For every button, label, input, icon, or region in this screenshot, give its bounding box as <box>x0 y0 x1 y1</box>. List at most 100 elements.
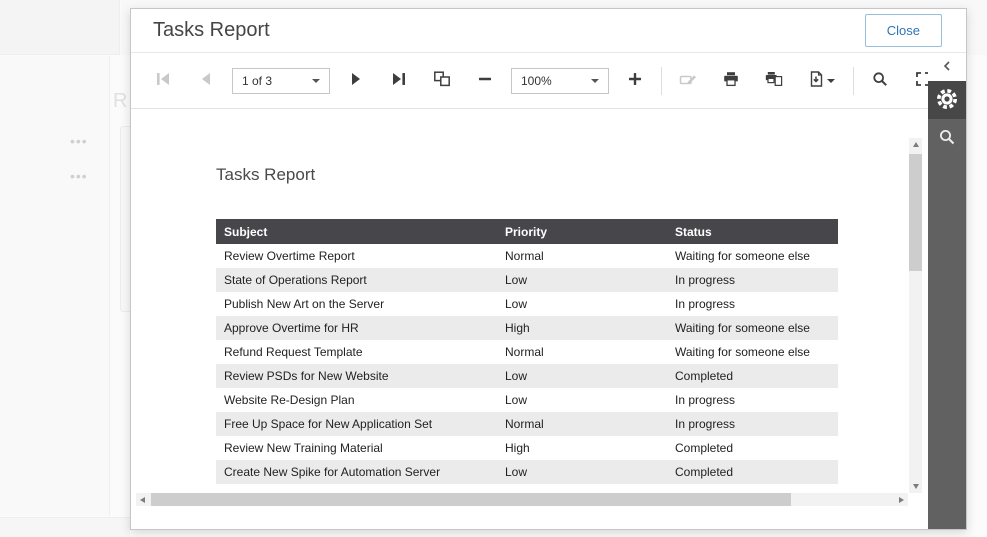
screen: R ••• ••• Tasks Report Close 1 of 3 100%… <box>0 0 987 537</box>
page-selector-dropdown[interactable]: 1 of 3 <box>232 67 330 94</box>
table-row: State of Operations Report Low In progress <box>216 268 838 292</box>
toolbar-separator <box>853 66 854 95</box>
table-header-row: Subject Priority Status <box>216 219 838 244</box>
first-page-button[interactable] <box>146 66 180 96</box>
table-row: Approve Overtime for HR High Waiting for s… <box>216 316 838 340</box>
first-page-icon <box>154 71 172 90</box>
toolbar-separator <box>661 66 662 95</box>
cell-status: Completed <box>675 441 734 455</box>
chevron-down-icon <box>312 78 320 83</box>
table-row: Review New Training Material High Complete… <box>216 436 838 460</box>
zoom-in-button[interactable] <box>618 66 652 96</box>
cell-status: In progress <box>667 268 838 292</box>
cell-priority: High <box>505 441 530 455</box>
print-button[interactable] <box>714 66 748 96</box>
cell-priority: Low <box>497 460 667 484</box>
vertical-scrollbar[interactable] <box>909 138 922 493</box>
scroll-right-button[interactable] <box>895 493 908 506</box>
close-button[interactable]: Close <box>864 14 942 47</box>
export-button[interactable] <box>800 66 844 96</box>
search-tab-button[interactable] <box>928 119 966 157</box>
horizontal-scroll-thumb[interactable] <box>151 493 791 506</box>
horizontal-scrollbar[interactable] <box>136 493 908 506</box>
multipage-view-button[interactable] <box>425 66 459 96</box>
cell-priority: Normal <box>505 345 544 359</box>
cell-status: In progress <box>667 412 838 436</box>
collapse-panel-button[interactable] <box>928 53 966 81</box>
scroll-down-button[interactable] <box>909 480 922 493</box>
cell-status: Waiting for someone else <box>675 345 810 359</box>
chevron-left-icon <box>941 60 953 75</box>
table-row: Review PSDs for New Website Low Completed <box>216 364 838 388</box>
printer-icon <box>723 71 739 90</box>
report-page: Tasks Report Subject Priority Status Rev… <box>216 164 838 484</box>
previous-page-button[interactable] <box>189 66 223 96</box>
col-header-priority: Priority <box>497 219 667 244</box>
cell-priority: High <box>497 316 667 340</box>
cell-status: Completed <box>667 364 838 388</box>
page-selector-value: 1 of 3 <box>242 73 273 88</box>
cell-subject: State of Operations Report <box>216 268 497 292</box>
last-page-icon <box>390 71 408 90</box>
chevron-down-icon <box>591 78 599 83</box>
report-table: Subject Priority Status Review Overtime … <box>216 219 838 484</box>
table-row: Refund Request Template Normal Waiting for… <box>216 340 838 364</box>
tasks-report-dialog: Tasks Report Close 1 of 3 100% Tasks Rep… <box>130 8 967 530</box>
cell-status: Waiting for someone else <box>667 316 838 340</box>
print-page-button[interactable] <box>757 66 791 96</box>
cell-priority: Low <box>505 393 528 407</box>
chevron-down-icon <box>827 78 835 83</box>
cell-priority: Normal <box>505 249 544 263</box>
plus-icon <box>627 71 643 90</box>
last-page-button[interactable] <box>382 66 416 96</box>
next-page-button[interactable] <box>339 66 373 96</box>
zoom-out-button[interactable] <box>468 66 502 96</box>
scroll-up-button[interactable] <box>909 138 922 151</box>
cell-subject: Review Overtime Report <box>224 249 355 263</box>
triangle-down-icon <box>912 484 919 489</box>
minus-icon <box>477 71 493 90</box>
dialog-header: Tasks Report Close <box>131 9 966 53</box>
highlight-editing-fields-button[interactable] <box>671 66 705 96</box>
cell-status: In progress <box>675 393 736 407</box>
settings-tab-button[interactable] <box>928 81 966 119</box>
table-row: Review Overtime Report Normal Waiting for … <box>216 244 838 268</box>
table-row: Website Re-Design Plan Low In progress <box>216 388 838 412</box>
export-icon <box>809 71 823 90</box>
highlight-fields-icon <box>679 71 697 90</box>
cell-subject: Create New Spike for Automation Server <box>216 460 497 484</box>
cell-subject: Website Re-Design Plan <box>224 393 355 407</box>
fullscreen-icon <box>915 71 928 90</box>
triangle-up-icon <box>912 142 919 147</box>
table-row: Free Up Space for New Application Set Nor… <box>216 412 838 436</box>
cell-status: Completed <box>667 460 838 484</box>
cell-subject: Review New Training Material <box>224 441 383 455</box>
scroll-left-button[interactable] <box>136 493 149 506</box>
cell-subject: Refund Request Template <box>224 345 363 359</box>
previous-page-icon <box>198 71 214 90</box>
triangle-left-icon <box>140 496 145 503</box>
cell-subject: Publish New Art on the Server <box>224 297 385 311</box>
zoom-dropdown[interactable]: 100% <box>511 67 609 94</box>
document-preview: Tasks Report Subject Priority Status Rev… <box>131 109 930 529</box>
zoom-value: 100% <box>521 73 552 88</box>
next-page-icon <box>348 71 364 90</box>
triangle-right-icon <box>899 496 904 503</box>
vertical-scroll-thumb[interactable] <box>909 154 922 271</box>
table-row: Create New Spike for Automation Server Lo… <box>216 460 838 484</box>
cell-priority: Low <box>497 268 667 292</box>
search-icon <box>938 128 956 149</box>
col-header-status: Status <box>667 219 838 244</box>
cell-status: In progress <box>675 297 736 311</box>
gear-icon <box>936 88 958 113</box>
cell-subject: Approve Overtime for HR <box>216 316 497 340</box>
dialog-title: Tasks Report <box>153 19 270 41</box>
fullscreen-button[interactable] <box>906 66 928 96</box>
col-header-subject: Subject <box>216 219 497 244</box>
cell-subject: Review PSDs for New Website <box>216 364 497 388</box>
search-icon <box>872 71 888 90</box>
table-row: Publish New Art on the Server Low In progr… <box>216 292 838 316</box>
search-button[interactable] <box>863 66 897 96</box>
cell-subject: Free Up Space for New Application Set <box>216 412 497 436</box>
cell-priority: Low <box>505 297 528 311</box>
